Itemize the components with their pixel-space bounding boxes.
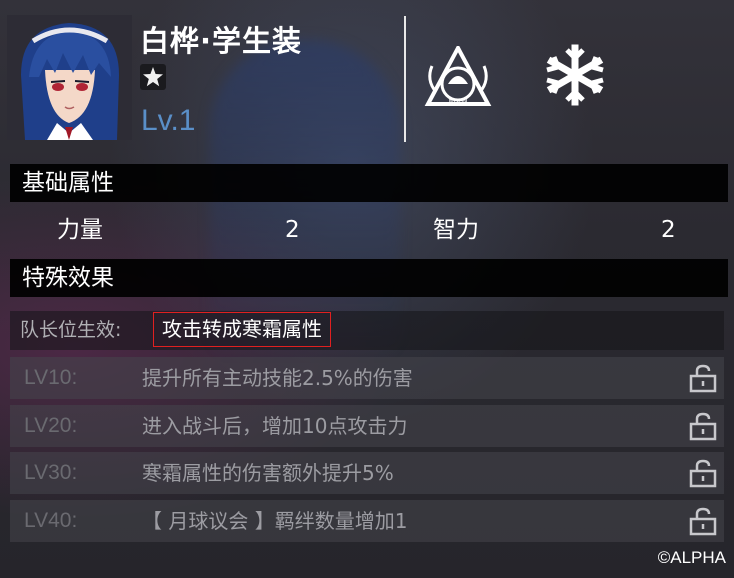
lock-icon [689,411,717,441]
attribute-strength-value: 2 [285,217,300,243]
leader-effect-label: 队长位生效: [20,319,122,341]
attribute-strength-label: 力量 [57,217,103,243]
level-effect-level: LV30: [24,461,78,484]
attribute-intelligence-label: 智力 [433,217,479,243]
moon-faction-icon: MOON [424,43,492,108]
level-effect-description: 寒霜属性的伤害额外提升5% [142,461,394,485]
level-effect-description: 进入战斗后，增加10点攻击力 [142,414,408,438]
lock-icon [689,363,717,393]
svg-text:MOON: MOON [448,98,467,105]
special-effects-header: 特殊效果 [10,259,728,297]
attribute-intelligence-value: 2 [661,217,676,243]
leader-effect-value: 攻击转成寒霜属性 [153,312,331,347]
lock-icon [689,506,717,536]
star-icon [140,64,166,90]
header-divider [404,16,406,142]
level-effect-description: 提升所有主动技能2.5%的伤害 [142,366,413,390]
level-effect-level: LV10: [24,366,78,389]
frost-element-icon [542,42,608,108]
level-effect-level: LV20: [24,414,78,437]
character-portrait [7,15,132,140]
character-level: Lv.1 [141,104,196,137]
level-effect-description: 【 月球议会 】羁绊数量增加1 [142,509,408,533]
copyright-text: ©ALPHA [657,548,726,567]
basic-attributes-header: 基础属性 [10,164,728,202]
lock-icon [689,458,717,488]
level-effect-level: LV40: [24,509,78,532]
character-name: 白桦·学生装 [140,24,303,58]
